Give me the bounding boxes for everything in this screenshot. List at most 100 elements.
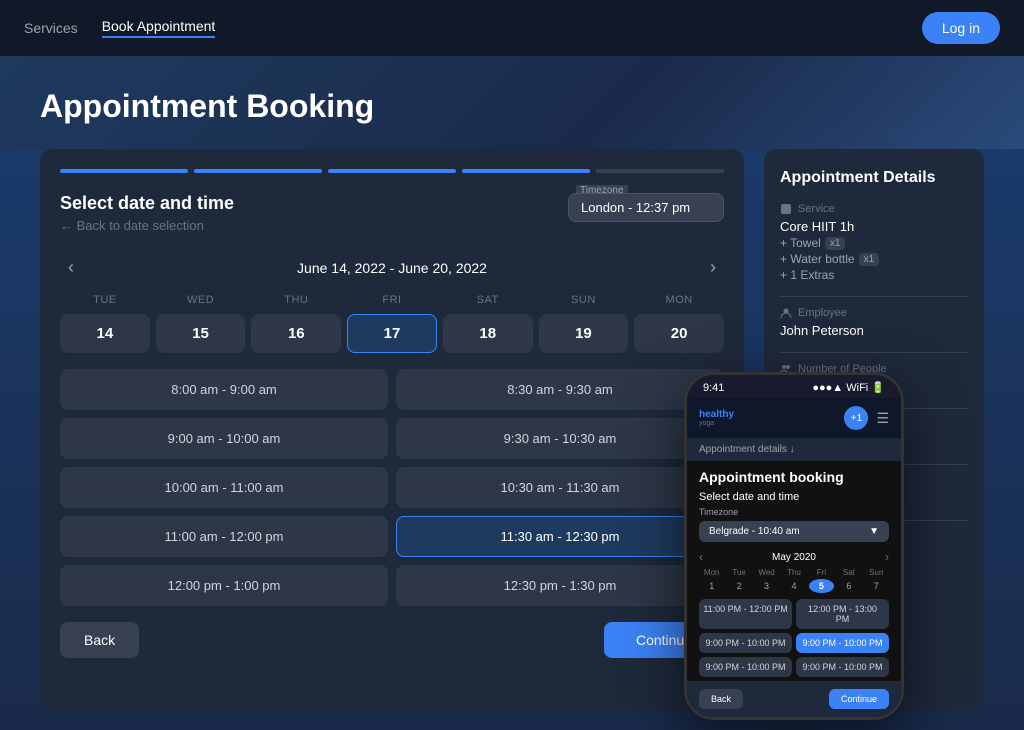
phone-logo: healthy yoga	[699, 410, 734, 427]
phone-chevron-icon: ▼	[869, 526, 879, 537]
timezone-select[interactable]: London - 12:37 pm	[568, 193, 724, 222]
phone-continue-button[interactable]: Continue	[829, 689, 889, 709]
phone-breadcrumb-text: Appointment details ↓	[699, 444, 795, 455]
slot-1200-1300[interactable]: 12:00 pm - 1:00 pm	[60, 565, 388, 606]
slot-1100-1200[interactable]: 11:00 am - 12:00 pm	[60, 516, 388, 557]
phone-next-btn[interactable]: ›	[885, 550, 889, 564]
phone-day-names: Mon Tue Wed Thu Fri Sat Sun	[687, 568, 901, 577]
prev-week-button[interactable]: ‹	[60, 253, 82, 282]
left-panel: Select date and time ← Back to date sele…	[40, 149, 744, 710]
phone-date-1[interactable]: 1	[699, 579, 724, 593]
phone-breadcrumb: Appointment details ↓	[687, 438, 901, 461]
slot-900-1000[interactable]: 9:00 am - 10:00 am	[60, 418, 388, 459]
phone-slot-2[interactable]: 12:00 PM - 13:00 PM	[796, 599, 889, 629]
date-19[interactable]: 19	[539, 314, 629, 353]
dates-row: 14 15 16 17 18 19 20	[60, 314, 724, 353]
phone-day-wed: Wed	[754, 568, 779, 577]
phone-day-thu: Thu	[781, 568, 806, 577]
phone-time-slots: 11:00 PM - 12:00 PM 12:00 PM - 13:00 PM …	[687, 599, 901, 681]
phone-slot-5[interactable]: 9:00 PM - 10:00 PM	[699, 657, 792, 677]
phone-section-title: Appointment booking	[687, 461, 901, 489]
progress-seg-4	[462, 169, 590, 173]
progress-seg-5	[596, 169, 724, 173]
page-title: Appointment Booking	[40, 88, 984, 125]
date-20[interactable]: 20	[634, 314, 724, 353]
progress-bar	[60, 169, 724, 173]
nav-book[interactable]: Book Appointment	[102, 18, 216, 38]
extra-others: + 1 Extras	[780, 268, 968, 282]
phone-prev-btn[interactable]: ‹	[699, 550, 703, 564]
phone-navbar: healthy yoga +1 ☰	[687, 398, 901, 438]
progress-seg-1	[60, 169, 188, 173]
extra-towel: + Towelx1	[780, 236, 968, 250]
slot-830-930[interactable]: 8:30 am - 9:30 am	[396, 369, 724, 410]
phone-date-5[interactable]: 5	[809, 579, 834, 593]
slot-1230-1330[interactable]: 12:30 pm - 1:30 pm	[396, 565, 724, 606]
date-17[interactable]: 17	[347, 314, 437, 353]
phone-cal-month: May 2020	[772, 552, 816, 563]
phone-icon-circle[interactable]: +1	[844, 406, 868, 430]
phone-logo-text: healthy	[699, 410, 734, 420]
phone-slot-1[interactable]: 11:00 PM - 12:00 PM	[699, 599, 792, 629]
phone-day-mon: Mon	[699, 568, 724, 577]
service-name: Core HIIT 1h	[780, 219, 968, 234]
employee-section: Employee John Peterson	[780, 307, 968, 338]
employee-label: Employee	[780, 307, 968, 319]
hero-section: Appointment Booking	[0, 56, 1024, 149]
day-mon: MON	[634, 294, 724, 306]
time-slots-grid: 8:00 am - 9:00 am 8:30 am - 9:30 am 9:00…	[60, 369, 724, 606]
phone-icons: +1 ☰	[844, 406, 889, 430]
phone-subsection-title: Select date and time	[687, 489, 901, 507]
progress-seg-2	[194, 169, 322, 173]
date-16[interactable]: 16	[251, 314, 341, 353]
phone-date-4[interactable]: 4	[781, 579, 806, 593]
employee-icon	[780, 307, 792, 319]
back-to-date-link[interactable]: ← Back to date selection	[60, 218, 234, 233]
phone-footer: Back Continue	[687, 681, 901, 717]
phone-slot-6[interactable]: 9:00 PM - 10:00 PM	[796, 657, 889, 677]
phone-timezone-select[interactable]: Belgrade - 10:40 am ▼	[699, 521, 889, 542]
login-button[interactable]: Log in	[922, 12, 1000, 44]
days-header: TUE WED THU FRI SAT SUN MON	[60, 294, 724, 306]
slot-930-1030[interactable]: 9:30 am - 10:30 am	[396, 418, 724, 459]
back-button[interactable]: Back	[60, 622, 139, 658]
phone-back-button[interactable]: Back	[699, 689, 743, 709]
day-sat: SAT	[443, 294, 533, 306]
date-18[interactable]: 18	[443, 314, 533, 353]
day-sun: SUN	[539, 294, 629, 306]
date-14[interactable]: 14	[60, 314, 150, 353]
progress-seg-3	[328, 169, 456, 173]
phone-day-sat: Sat	[836, 568, 861, 577]
phone-date-3[interactable]: 3	[754, 579, 779, 593]
day-tue: TUE	[60, 294, 150, 306]
phone-day-tue: Tue	[726, 568, 751, 577]
phone-day-sun: Sun	[864, 568, 889, 577]
phone-time: 9:41	[703, 382, 724, 394]
slot-1130-1230[interactable]: 11:30 am - 12:30 pm	[396, 516, 724, 557]
timezone-wrapper: Timezone London - 12:37 pm	[568, 193, 724, 222]
service-icon	[780, 203, 792, 215]
phone-mockup: 9:41 ●●●▲ WiFi 🔋 healthy yoga +1 ☰ Appoi…	[684, 372, 904, 720]
phone-slot-3[interactable]: 9:00 PM - 10:00 PM	[699, 633, 792, 653]
phone-date-6[interactable]: 6	[836, 579, 861, 593]
panel-footer: Back Continue	[60, 622, 724, 658]
next-week-button[interactable]: ›	[702, 253, 724, 282]
day-wed: WED	[156, 294, 246, 306]
phone-logo-sub: yoga	[699, 420, 734, 427]
section-title: Select date and time	[60, 193, 234, 214]
employee-name: John Peterson	[780, 323, 968, 338]
details-title: Appointment Details	[780, 169, 968, 187]
phone-signal: ●●●▲ WiFi 🔋	[812, 381, 885, 394]
phone-menu-icon[interactable]: ☰	[876, 410, 889, 427]
navbar: Services Book Appointment Log in	[0, 0, 1024, 56]
slot-1030-1130[interactable]: 10:30 am - 11:30 am	[396, 467, 724, 508]
nav-services[interactable]: Services	[24, 20, 78, 36]
phone-slot-4[interactable]: 9:00 PM - 10:00 PM	[796, 633, 889, 653]
phone-date-7[interactable]: 7	[864, 579, 889, 593]
slot-1000-1100[interactable]: 10:00 am - 11:00 am	[60, 467, 388, 508]
phone-date-2[interactable]: 2	[726, 579, 751, 593]
date-15[interactable]: 15	[156, 314, 246, 353]
nav-links: Services Book Appointment	[24, 18, 215, 38]
slot-800-900[interactable]: 8:00 am - 9:00 am	[60, 369, 388, 410]
phone-status-bar: 9:41 ●●●▲ WiFi 🔋	[687, 375, 901, 398]
